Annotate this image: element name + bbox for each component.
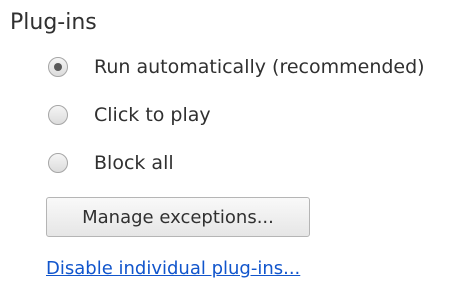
radio-option-click-to-play[interactable]: Click to play [48, 101, 211, 129]
radio-button-icon[interactable] [48, 57, 68, 77]
section-title: Plug-ins [10, 10, 97, 35]
radio-option-run-automatically[interactable]: Run automatically (recommended) [48, 53, 425, 81]
radio-label: Block all [94, 152, 174, 174]
radio-option-block-all[interactable]: Block all [48, 149, 174, 177]
disable-individual-plugins-link[interactable]: Disable individual plug-ins... [46, 258, 300, 279]
manage-exceptions-button[interactable]: Manage exceptions... [46, 197, 310, 237]
radio-label: Run automatically (recommended) [94, 56, 425, 78]
radio-label: Click to play [94, 104, 211, 126]
radio-button-icon[interactable] [48, 153, 68, 173]
radio-button-icon[interactable] [48, 105, 68, 125]
